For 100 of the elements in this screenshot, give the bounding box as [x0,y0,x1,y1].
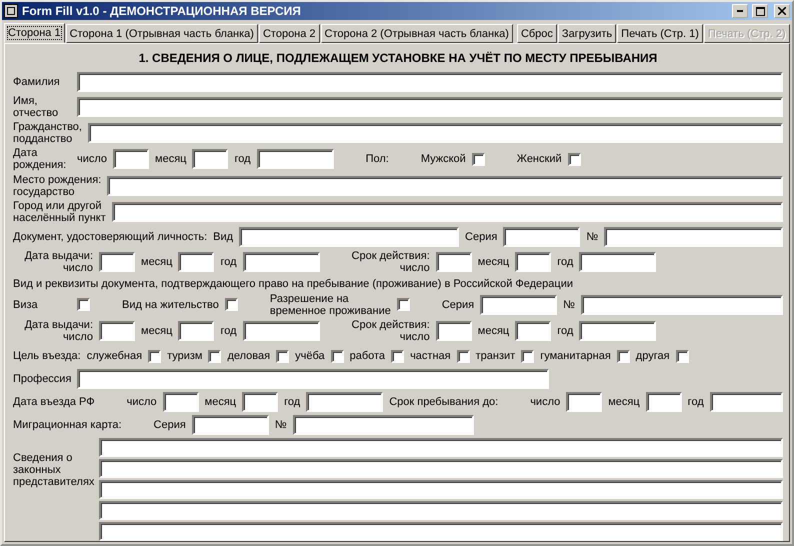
input-field[interactable] [515,321,552,342]
field-label: число [77,153,108,166]
input-field[interactable] [99,501,783,520]
input-field[interactable] [306,392,384,412]
field-label: Серия [465,230,498,243]
checkbox[interactable] [224,298,238,312]
input-field[interactable] [107,176,783,196]
input-field[interactable] [113,149,150,170]
checkbox[interactable] [568,152,581,166]
field-label: № [563,298,575,311]
input-field[interactable] [436,252,472,272]
tab[interactable]: Сторона 2 [258,24,320,43]
input-field[interactable] [99,438,783,457]
input-field[interactable] [192,149,228,170]
field-label: Женский [516,153,562,166]
checkbox[interactable] [391,350,404,362]
input-field[interactable] [192,415,269,435]
input-field[interactable] [77,369,550,389]
tab[interactable]: Сторона 2 (Отрывная часть бланка) [320,24,513,43]
field-label: работа [350,350,386,362]
field-label: государство [13,186,75,198]
tab[interactable]: Сторона 1 [4,23,65,43]
input-field[interactable] [579,321,656,342]
input-field[interactable] [99,480,783,499]
field-label: число [62,262,93,274]
input-field[interactable] [292,415,474,435]
checkbox[interactable] [276,350,290,362]
input-field[interactable] [162,392,199,412]
field-label: Пол: [366,153,389,166]
field-label: Виза [13,298,39,311]
input-field[interactable] [99,321,135,342]
input-field[interactable] [99,522,783,541]
input-field[interactable] [99,459,783,478]
checkbox[interactable] [208,350,222,362]
field-label: отчество [13,106,58,119]
field-label: представителях [13,476,93,488]
field-label: Место рождения: [13,174,102,186]
field-label: Профессия [13,373,72,385]
field-label: Серия [154,419,186,431]
input-field[interactable] [77,72,783,92]
input-field[interactable] [436,321,472,342]
input-field[interactable] [242,392,278,412]
app-icon [4,4,18,18]
maximize-button[interactable] [752,4,768,18]
toolbar-button[interactable]: Печать (Стр. 1) [617,24,703,43]
checkbox[interactable] [472,152,485,166]
field-label: Город или другой [13,200,102,212]
toolbar-button[interactable]: Сброс [516,24,557,43]
toolbar-button[interactable]: Загрузить [558,24,616,43]
field-label: месяц [141,325,172,338]
field-label: служебная [86,350,142,362]
field-label: год [284,396,300,408]
maximize-icon [756,6,764,16]
checkbox[interactable] [676,350,689,362]
input-field[interactable] [710,392,783,412]
field-label: год [220,256,237,268]
input-field[interactable] [88,123,783,144]
window-title: Form Fill v1.0 - ДЕМОНСТРАЦИОННАЯ ВЕРСИЯ [22,4,302,18]
field-label: число [530,396,560,408]
checkbox[interactable] [456,350,470,362]
field-label: Дата [13,147,38,160]
field-label: временное проживание [270,304,391,317]
tab[interactable]: Сторона 1 (Отрывная часть бланка) [66,24,258,43]
field-label: Срок пребывания до: [389,396,498,408]
field-label: Вид [213,230,234,243]
checkbox[interactable] [330,350,344,362]
input-field[interactable] [242,252,320,272]
field-label: Дата въезда РФ [13,396,95,408]
field-label: год [688,396,704,408]
input-field[interactable] [579,252,656,272]
close-button[interactable] [774,4,790,18]
checkbox[interactable] [616,350,630,362]
input-field[interactable] [604,226,783,247]
input-field[interactable] [646,392,682,412]
input-field[interactable] [239,226,460,247]
input-field[interactable] [242,321,320,342]
input-field[interactable] [256,149,334,170]
field-label: учёба [295,350,325,362]
input-field[interactable] [99,252,135,272]
field-label: месяц [141,256,172,268]
checkbox[interactable] [396,298,410,312]
input-field[interactable] [580,294,783,315]
input-field[interactable] [515,252,552,272]
checkbox[interactable] [521,350,534,362]
field-label: другая [636,350,670,362]
checkbox[interactable] [77,298,90,312]
input-field[interactable] [112,202,783,222]
checkbox[interactable] [148,350,162,362]
input-field[interactable] [77,96,783,117]
field-label: число [400,331,430,344]
input-field[interactable] [566,392,602,412]
input-field[interactable] [480,294,558,315]
input-field[interactable] [178,252,214,272]
input-field[interactable] [503,226,580,247]
input-field[interactable] [178,321,214,342]
field-label: Документ, удостоверяющий личность: [13,230,208,243]
minimize-button[interactable] [732,4,748,18]
section-label: Вид и реквизиты документа, подтверждающего право на пребывание (проживание) в Российской Федерации [13,278,574,290]
field-label: число [126,396,157,408]
field-label: Дата выдачи: [24,250,93,262]
